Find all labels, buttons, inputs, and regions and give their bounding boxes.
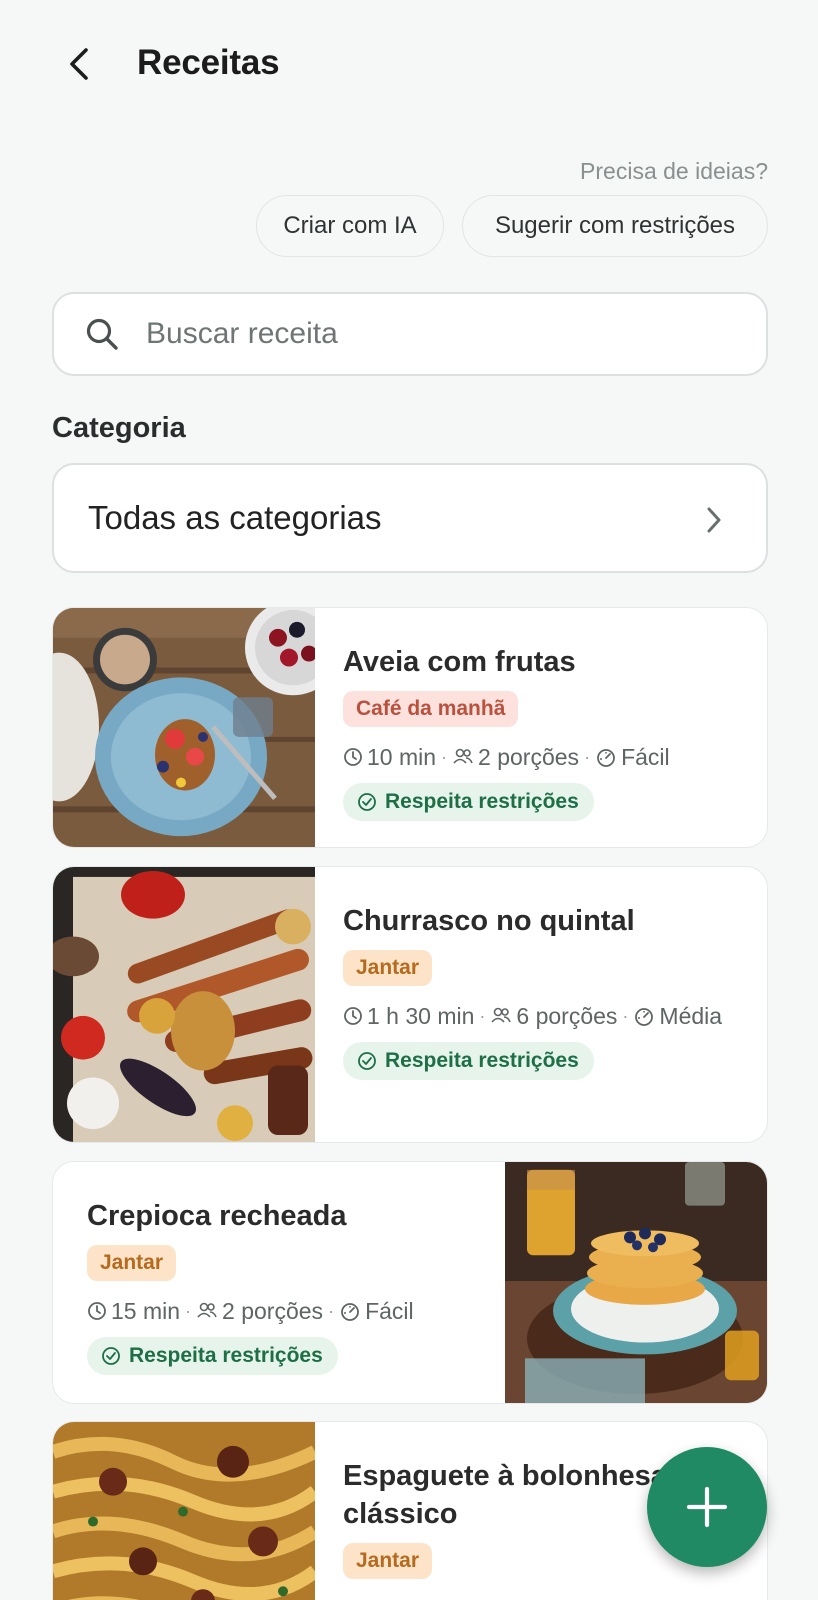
meta-separator: · (622, 1006, 629, 1026)
meta-separator: · (584, 747, 591, 767)
search-bar[interactable] (52, 292, 768, 376)
recipe-card-body: Aveia com frutas Café da manhã 10 min · … (343, 608, 751, 821)
recipe-category-tag: Jantar (343, 1543, 433, 1579)
add-recipe-button[interactable] (647, 1447, 767, 1567)
recipe-category-tag: Café da manhã (343, 691, 519, 727)
recipe-title: Crepioca recheada (87, 1200, 347, 1232)
meta-separator: · (441, 747, 448, 767)
category-section-title: Categoria (52, 412, 186, 444)
chevron-right-icon (707, 507, 721, 533)
gauge-icon (635, 1008, 654, 1026)
clock-icon (344, 748, 362, 766)
search-icon (84, 316, 120, 352)
recipe-servings: 2 porções (478, 744, 580, 770)
app-bar: Receitas (0, 0, 818, 130)
recipe-category-tag: Jantar (343, 950, 433, 986)
recipe-difficulty: Fácil (365, 1298, 414, 1324)
restrictions-badge-label: Respeita restrições (385, 790, 579, 813)
people-icon (453, 748, 473, 764)
restrictions-badge: Respeita restrições (343, 1042, 594, 1080)
create-with-ai-button[interactable]: Criar com IA (256, 195, 444, 257)
people-icon (197, 1302, 217, 1318)
suggest-with-restrictions-button[interactable]: Sugerir com restrições (462, 195, 768, 257)
recipe-image-barbecue (53, 867, 315, 1142)
recipe-time: 1 h 30 min (367, 1003, 475, 1029)
check-circle-icon (102, 1347, 120, 1365)
recipe-card[interactable]: Churrasco no quintal Jantar 1 h 30 min ·… (52, 866, 768, 1143)
meta-separator: · (185, 1301, 192, 1321)
recipe-servings: 2 porções (222, 1298, 324, 1324)
restrictions-badge-label: Respeita restrições (129, 1344, 323, 1367)
restrictions-badge: Respeita restrições (87, 1337, 338, 1375)
recipe-card[interactable]: Aveia com frutas Café da manhã 10 min · … (52, 607, 768, 848)
recipe-card-body: Crepioca recheada Jantar 15 min · 2 porç… (87, 1162, 477, 1375)
meta-separator: · (328, 1301, 335, 1321)
recipe-image-oats-fruits (53, 608, 315, 847)
recipe-meta: 1 h 30 min · 6 porções · Média (343, 998, 751, 1034)
gauge-icon (341, 1303, 359, 1321)
search-input[interactable] (146, 317, 706, 351)
arrow-left-icon (70, 48, 88, 80)
gauge-icon (597, 749, 615, 767)
ideas-prompt: Precisa de ideias? (580, 158, 768, 184)
recipe-card-body: Churrasco no quintal Jantar 1 h 30 min ·… (343, 867, 751, 1080)
recipe-meta: 10 min · 2 porções · Fácil (343, 739, 751, 775)
meta-separator: · (479, 1006, 486, 1026)
restrictions-badge: Respeita restrições (343, 783, 594, 821)
people-icon (491, 1007, 512, 1023)
recipe-servings: 6 porções (516, 1003, 618, 1029)
category-selector[interactable]: Todas as categorias (52, 463, 768, 573)
recipe-image-crepioca (505, 1162, 767, 1403)
recipe-meta: 15 min · 2 porções · Fácil (87, 1293, 477, 1329)
recipe-category-tag: Jantar (87, 1245, 177, 1281)
page-title: Receitas (137, 43, 280, 82)
recipe-image-spaghetti (53, 1422, 315, 1600)
check-circle-icon (358, 1052, 376, 1070)
recipe-difficulty: Média (659, 1003, 723, 1029)
clock-icon (88, 1302, 106, 1320)
recipe-title: Aveia com frutas (343, 646, 576, 678)
recipe-difficulty: Fácil (621, 744, 670, 770)
clock-icon (344, 1007, 362, 1025)
recipe-time: 10 min (367, 744, 437, 770)
back-button[interactable] (60, 44, 100, 84)
category-selected-value: Todas as categorias (88, 499, 382, 536)
plus-icon (686, 1486, 728, 1528)
recipe-title: Churrasco no quintal (343, 905, 635, 937)
recipe-time: 15 min (111, 1298, 181, 1324)
check-circle-icon (358, 793, 376, 811)
recipe-card[interactable]: Crepioca recheada Jantar 15 min · 2 porç… (52, 1161, 768, 1404)
restrictions-badge-label: Respeita restrições (385, 1049, 579, 1072)
